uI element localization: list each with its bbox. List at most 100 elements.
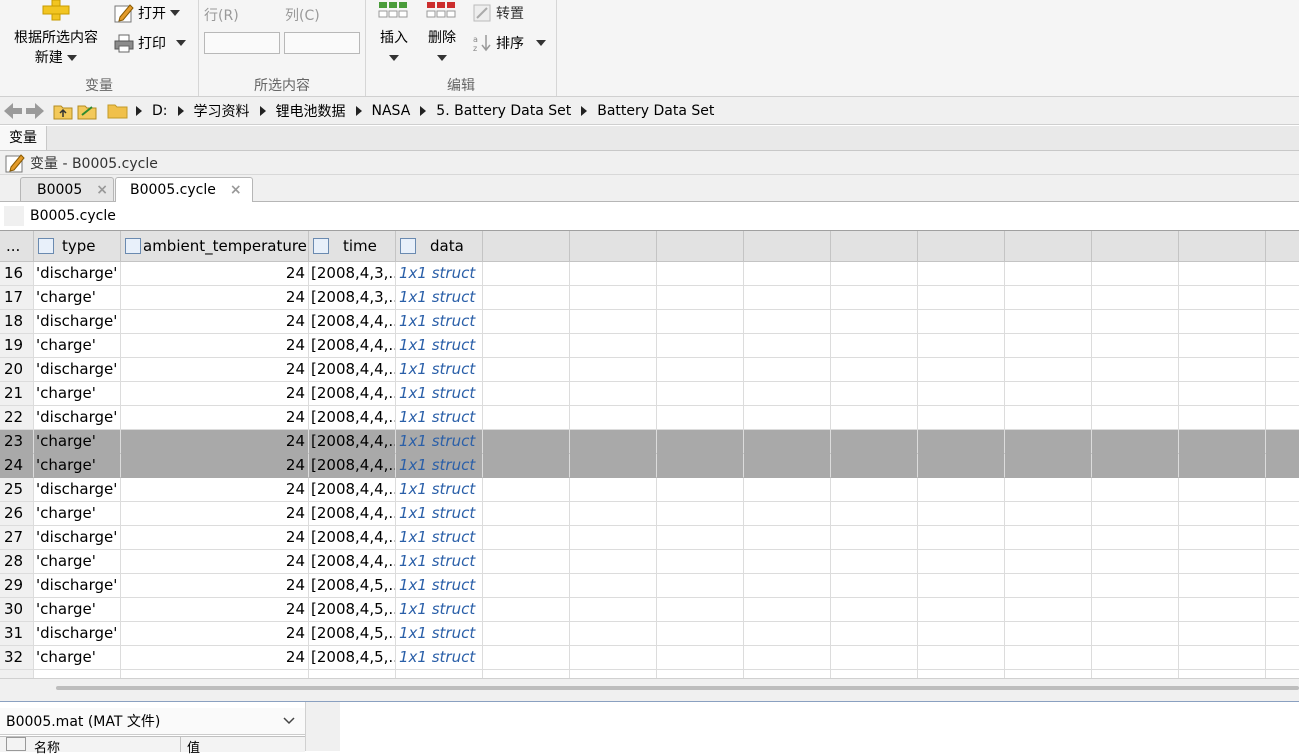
cell-data[interactable]: 1x1 struct	[396, 430, 483, 454]
cell-empty[interactable]	[918, 454, 1005, 478]
scrollbar-thumb[interactable]	[56, 686, 1299, 690]
chevron-right-icon[interactable]	[420, 105, 427, 116]
forward-arrow-icon[interactable]	[24, 101, 46, 121]
cell-empty[interactable]	[1092, 550, 1179, 574]
cell-empty[interactable]	[1266, 478, 1299, 502]
cell-empty[interactable]	[831, 454, 918, 478]
cell-empty[interactable]	[918, 430, 1005, 454]
cell-empty[interactable]	[1092, 598, 1179, 622]
cell-ambient-temperature[interactable]: 24	[121, 502, 309, 526]
cell-ambient-temperature[interactable]: 24	[121, 526, 309, 550]
cell-empty[interactable]	[831, 286, 918, 310]
row-number[interactable]: 17	[0, 286, 34, 310]
cell-type[interactable]: 'charge'	[34, 334, 121, 358]
cell-empty[interactable]	[483, 478, 570, 502]
new-from-selection-button[interactable]: 根据所选内容 新建	[6, 0, 106, 68]
cell-empty[interactable]	[1179, 622, 1266, 646]
cell-empty[interactable]	[1179, 454, 1266, 478]
cell-empty[interactable]	[657, 478, 744, 502]
cell-empty[interactable]	[1179, 550, 1266, 574]
cell-empty[interactable]	[1266, 598, 1299, 622]
cell-empty[interactable]	[831, 262, 918, 286]
name-column-header[interactable]: 名称	[34, 737, 60, 756]
cell-empty[interactable]	[657, 502, 744, 526]
cell-empty[interactable]	[1005, 382, 1092, 406]
cell-empty[interactable]	[657, 334, 744, 358]
cell-empty[interactable]	[570, 406, 657, 430]
cell-empty[interactable]	[483, 454, 570, 478]
cell-empty[interactable]	[570, 502, 657, 526]
cell-empty[interactable]	[657, 646, 744, 670]
cell-empty[interactable]	[657, 358, 744, 382]
cell-empty[interactable]	[744, 262, 831, 286]
cell-type[interactable]: 'discharge'	[34, 478, 121, 502]
chevron-right-icon[interactable]	[581, 105, 588, 116]
cell-data[interactable]: 1x1 struct	[396, 310, 483, 334]
column-header-empty[interactable]	[1179, 231, 1266, 262]
cell-empty[interactable]	[483, 406, 570, 430]
cell-empty[interactable]	[657, 382, 744, 406]
cell-empty[interactable]	[1005, 406, 1092, 430]
cell-empty[interactable]	[1092, 310, 1179, 334]
corner-header[interactable]: ...	[0, 231, 34, 262]
cell-time[interactable]: [2008,4,4,...	[309, 550, 396, 574]
row-number[interactable]: 23	[0, 430, 34, 454]
cell-empty[interactable]	[657, 526, 744, 550]
tab-b0005[interactable]: B0005 ×	[20, 177, 114, 201]
cell-type[interactable]: 'discharge'	[34, 310, 121, 334]
cell-empty[interactable]	[831, 478, 918, 502]
cell-empty[interactable]	[1266, 406, 1299, 430]
cell-empty[interactable]	[1266, 286, 1299, 310]
column-header-empty[interactable]	[831, 231, 918, 262]
cell-empty[interactable]	[1266, 430, 1299, 454]
cell-data[interactable]: 1x1 struct	[396, 358, 483, 382]
open-button[interactable]: 打开	[114, 2, 180, 24]
row-number[interactable]: 18	[0, 310, 34, 334]
cell-time[interactable]: [2008,4,3,...	[309, 286, 396, 310]
cell-type[interactable]: 'discharge'	[34, 574, 121, 598]
cell-empty[interactable]	[657, 430, 744, 454]
cell-empty[interactable]	[1266, 550, 1299, 574]
cell-ambient-temperature[interactable]: 24	[121, 262, 309, 286]
cell-ambient-temperature[interactable]: 24	[121, 598, 309, 622]
cell-ambient-temperature[interactable]: 24	[121, 310, 309, 334]
column-header-empty[interactable]	[483, 231, 570, 262]
cell-empty[interactable]	[918, 478, 1005, 502]
cell-empty[interactable]	[1266, 622, 1299, 646]
cell-empty[interactable]	[570, 550, 657, 574]
column-header-type[interactable]: type	[34, 231, 121, 262]
cell-empty[interactable]	[831, 334, 918, 358]
cell-empty[interactable]	[831, 550, 918, 574]
cell-empty[interactable]	[1005, 526, 1092, 550]
cell-time[interactable]: [2008,4,4,...	[309, 334, 396, 358]
cell-empty[interactable]	[918, 262, 1005, 286]
cell-empty[interactable]	[744, 550, 831, 574]
cell-empty[interactable]	[570, 310, 657, 334]
cell-type[interactable]: 'charge'	[34, 430, 121, 454]
cell-empty[interactable]	[1092, 430, 1179, 454]
cell-ambient-temperature[interactable]: 24	[121, 574, 309, 598]
cell-empty[interactable]	[570, 622, 657, 646]
column-input[interactable]	[284, 32, 360, 54]
cell-data[interactable]: 1x1 struct	[396, 454, 483, 478]
cell-empty[interactable]	[483, 622, 570, 646]
cell-empty[interactable]	[1005, 598, 1092, 622]
row-input[interactable]	[204, 32, 280, 54]
cell-empty[interactable]	[483, 262, 570, 286]
cell-data[interactable]: 1x1 struct	[396, 262, 483, 286]
column-header-empty[interactable]	[1266, 231, 1299, 262]
cell-empty[interactable]	[831, 382, 918, 406]
cell-empty[interactable]	[657, 310, 744, 334]
cell-empty[interactable]	[831, 358, 918, 382]
cell-empty[interactable]	[1092, 382, 1179, 406]
row-number[interactable]: 25	[0, 478, 34, 502]
cell-empty[interactable]	[1005, 430, 1092, 454]
column-header-empty[interactable]	[744, 231, 831, 262]
row-number[interactable]: 32	[0, 646, 34, 670]
cell-empty[interactable]	[744, 310, 831, 334]
cell-ambient-temperature[interactable]: 24	[121, 646, 309, 670]
cell-type[interactable]: 'charge'	[34, 454, 121, 478]
cell-empty[interactable]	[831, 526, 918, 550]
cell-empty[interactable]	[1266, 574, 1299, 598]
chevron-right-icon[interactable]	[355, 105, 362, 116]
